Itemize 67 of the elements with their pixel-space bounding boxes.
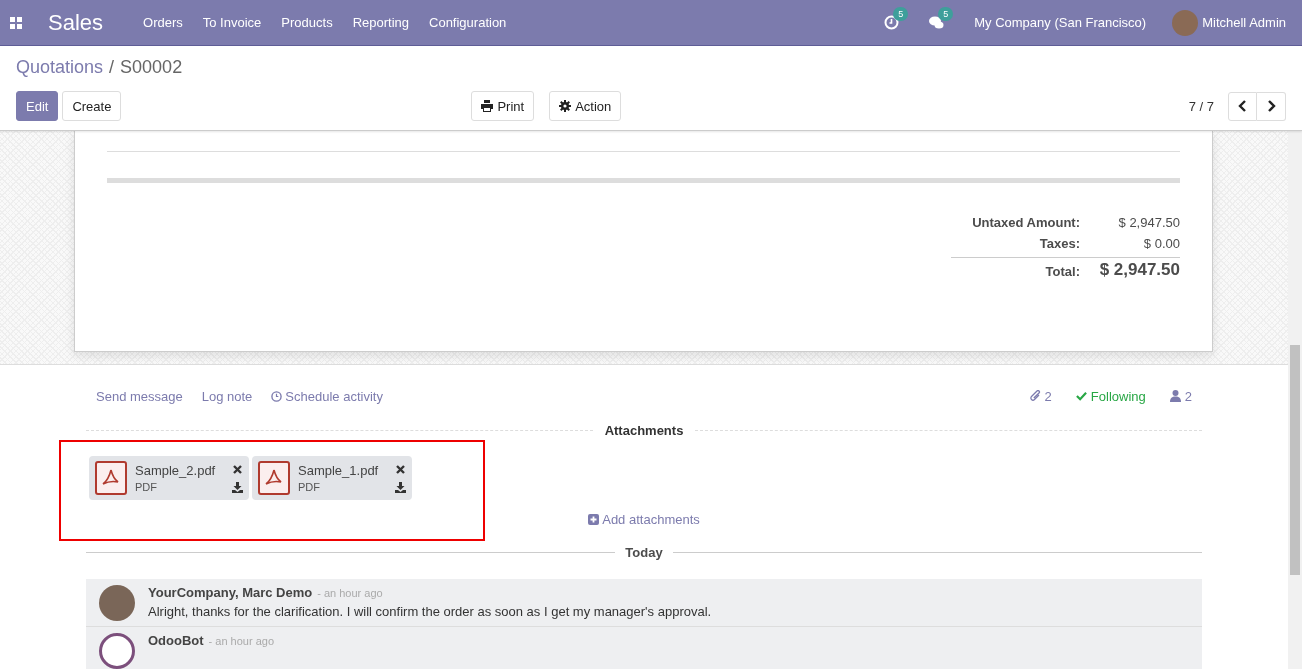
message-author[interactable]: OdooBot (148, 633, 204, 648)
author-avatar (99, 585, 135, 621)
menu-item[interactable]: Reporting (342, 15, 419, 30)
following-button[interactable]: Following (1075, 388, 1146, 404)
printer-icon (481, 100, 494, 112)
app-name[interactable]: Sales (46, 9, 106, 36)
pager-value: 7 / 7 (1188, 98, 1214, 114)
breadcrumb-link[interactable]: Quotations (16, 57, 104, 78)
author-avatar (99, 633, 135, 669)
next-button[interactable] (1257, 91, 1286, 121)
total-value: $ 2,947.50 (1117, 215, 1180, 230)
apps-menu-icon[interactable] (10, 16, 22, 29)
download-icon[interactable] (232, 481, 243, 493)
menu-item[interactable]: Configuration (419, 15, 517, 30)
chevron-left-icon (1237, 100, 1248, 112)
attachment-type: PDF (135, 481, 158, 493)
edit-button[interactable]: Edit (16, 91, 59, 121)
remove-icon[interactable] (232, 463, 243, 475)
user-name[interactable]: Mitchell Admin (1202, 15, 1286, 30)
activity-clock-icon[interactable] (884, 15, 900, 30)
attachments-heading: Attachments (603, 423, 685, 438)
message-time: - an hour ago (317, 587, 383, 599)
download-icon[interactable] (395, 481, 406, 493)
pdf-file-icon (95, 461, 127, 495)
record-title: S00002 (120, 57, 183, 78)
previous-button[interactable] (1228, 91, 1257, 121)
total-value: $ 2,947.50 (1080, 257, 1180, 280)
remove-icon[interactable] (395, 463, 406, 475)
date-separator: Today (625, 545, 663, 560)
check-icon (1075, 390, 1087, 402)
attachment-count[interactable]: 2 (1029, 388, 1052, 404)
pdf-file-icon (258, 461, 290, 495)
create-button[interactable]: Create (62, 91, 122, 121)
paperclip-icon (1029, 390, 1041, 402)
attachment-name: Sample_2.pdf (135, 463, 217, 478)
chatter-action-link[interactable]: Log note (201, 388, 253, 404)
print-button[interactable]: Print (471, 91, 535, 121)
plus-square-icon (588, 514, 600, 525)
menu-item[interactable]: Orders (133, 15, 193, 30)
chatter-action-link[interactable]: Send message (96, 388, 183, 404)
message-author[interactable]: YourCompany, Marc Demo (148, 585, 313, 600)
attachment-card[interactable]: Sample_2.pdf PDF (89, 456, 249, 500)
menu-item[interactable]: Products (271, 15, 343, 30)
attachment-name: Sample_1.pdf (298, 463, 380, 478)
chat-bubbles-icon[interactable] (929, 15, 945, 30)
chevron-right-icon (1266, 100, 1276, 112)
message-time: - an hour ago (208, 635, 275, 647)
chatter-action-link[interactable]: Schedule activity (271, 388, 383, 404)
add-attachments-link[interactable]: Add attachments (588, 512, 700, 527)
activity-count-badge: 5 (893, 7, 909, 21)
company-switcher[interactable]: My Company (San Francisco) (974, 15, 1147, 30)
followers-count[interactable]: 2 (1169, 388, 1192, 404)
message-count-badge: 5 (938, 7, 954, 21)
breadcrumb-separator: / (109, 57, 115, 78)
clock-icon (271, 390, 283, 402)
attachment-card[interactable]: Sample_1.pdf PDF (252, 456, 412, 500)
total-label: Untaxed Amount: (971, 215, 1080, 230)
gear-icon (559, 100, 572, 112)
menu-item[interactable]: To Invoice (192, 15, 272, 30)
attachment-type: PDF (298, 481, 321, 493)
message-body: Alright, thanks for the clarification. I will confirm the order as soon as I get my manager's approval. (148, 604, 712, 619)
user-icon (1169, 390, 1181, 402)
total-label: Total: (951, 257, 1080, 280)
scrollbar-thumb[interactable] (1290, 345, 1300, 575)
total-value: $ 0.00 (1142, 236, 1180, 251)
total-label: Taxes: (1038, 236, 1080, 251)
action-button[interactable]: Action (549, 91, 622, 121)
